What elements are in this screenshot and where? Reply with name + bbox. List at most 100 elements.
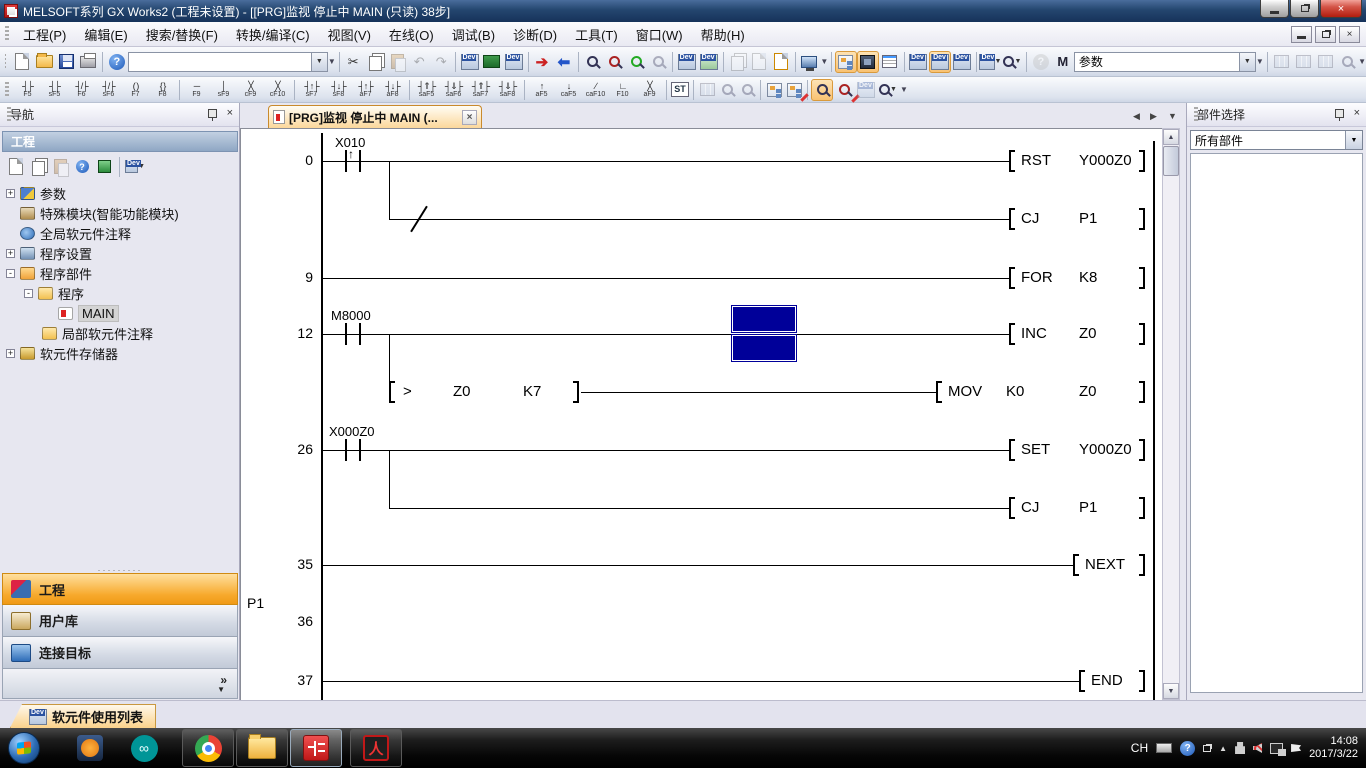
instruction-operand[interactable]: Z0 — [1079, 383, 1097, 400]
element-filter-dropdown-icon[interactable]: ▼ — [1345, 131, 1362, 149]
connection-destination-button[interactable] — [798, 51, 820, 73]
scrollbar-thumb[interactable] — [1163, 146, 1179, 176]
remote-operation-button[interactable] — [748, 51, 770, 73]
power-icon[interactable] — [1235, 742, 1245, 754]
collapse-icon[interactable]: - — [24, 289, 33, 298]
cross-reference-button[interactable]: M — [1052, 51, 1074, 73]
menu-view[interactable]: 视图(V) — [319, 22, 380, 47]
collapse-icon[interactable]: - — [6, 269, 15, 278]
project-section-header[interactable]: 工程 — [2, 131, 238, 152]
line-delete-edit-button[interactable] — [784, 80, 804, 100]
close-button[interactable]: × — [1320, 0, 1362, 18]
edit-cursor[interactable] — [732, 335, 796, 361]
menu-debug[interactable]: 调试(B) — [443, 22, 504, 47]
rising-pulse-close-branch-button[interactable]: ┤⇑├saF7 — [467, 79, 494, 101]
vertical-line-button[interactable]: │sF9 — [210, 79, 237, 101]
instruction-op[interactable]: CJ — [1021, 499, 1039, 516]
menu-convert-compile[interactable]: 转换/编译(C) — [227, 22, 319, 47]
tab-list-dropdown-icon[interactable]: ▼ — [1168, 111, 1177, 121]
toolbar-overflow[interactable]: ▼ — [899, 80, 909, 100]
open-contact-button[interactable]: ┤├F5 — [14, 79, 41, 101]
pin-icon[interactable] — [1335, 109, 1344, 118]
instruction-op[interactable]: MOV — [948, 383, 982, 400]
monitor-write-button[interactable] — [625, 51, 647, 73]
delete-horizontal-line-button[interactable]: ╳cF9 — [237, 79, 264, 101]
toolbar-overflow[interactable]: ▼ — [1358, 52, 1366, 72]
tree-item-special-module[interactable]: 特殊模块(智能功能模块) — [6, 203, 179, 223]
user-library-button[interactable]: 用户库 — [2, 605, 238, 637]
verify-button[interactable] — [726, 51, 748, 73]
expand-icon[interactable]: + — [6, 349, 15, 358]
output-window-toggle[interactable] — [879, 51, 901, 73]
tree-item-program-setting[interactable]: + 程序设置 — [6, 243, 92, 263]
monitor-pause-button[interactable] — [647, 51, 669, 73]
instruction-operand[interactable]: Y000Z0 — [1079, 152, 1132, 169]
menu-online[interactable]: 在线(O) — [380, 22, 443, 47]
watch-window-button[interactable]: ▼ — [979, 51, 1001, 73]
inline-st-button[interactable]: ST — [670, 80, 690, 100]
entry-ladder-monitor-button[interactable] — [1270, 51, 1292, 73]
instruction-op[interactable]: RST — [1021, 152, 1051, 169]
taskbar-explorer-button[interactable] — [236, 729, 288, 767]
copy-button[interactable] — [364, 51, 386, 73]
pointer-label[interactable]: P1 — [247, 595, 264, 611]
write-mode-button[interactable] — [737, 80, 757, 100]
write-to-plc-button[interactable]: ➔ — [531, 51, 553, 73]
mdi-close-button[interactable]: × — [1339, 26, 1360, 43]
menu-help[interactable]: 帮助(H) — [692, 22, 754, 47]
find-contact-coil-button[interactable] — [811, 79, 833, 101]
language-indicator[interactable]: CH — [1131, 741, 1148, 755]
menu-window[interactable]: 窗口(W) — [627, 22, 692, 47]
instruction-op[interactable]: INC — [1021, 325, 1047, 342]
tab-scroll-right-icon[interactable]: ▶ — [1150, 111, 1157, 122]
save-project-button[interactable] — [55, 51, 77, 73]
exit-ladder-monitor-button[interactable] — [1292, 51, 1314, 73]
transfer-setup-button[interactable] — [770, 51, 792, 73]
tree-item-global-comment[interactable]: 全局软元件注释 — [6, 223, 131, 243]
network-icon[interactable] — [1270, 743, 1283, 754]
help-button[interactable]: ? — [106, 51, 128, 73]
monitor-stop-button[interactable] — [603, 51, 625, 73]
application-instruction-button[interactable]: { }F8 — [149, 79, 176, 101]
menu-diagnostics[interactable]: 诊断(D) — [504, 22, 566, 47]
connection-destination-view-button[interactable]: 连接目标 — [2, 637, 238, 669]
nav-refresh-button[interactable] — [94, 157, 114, 177]
pulse-conversion-button[interactable]: ↑aF5 — [528, 79, 555, 101]
instruction-operand[interactable]: Z0 — [1079, 325, 1097, 342]
navigation-close-icon[interactable]: × — [227, 107, 233, 119]
print-button[interactable] — [77, 51, 99, 73]
menu-edit[interactable]: 编辑(E) — [75, 22, 136, 47]
falling-pulse-button[interactable]: ┤↓├sF8 — [325, 79, 352, 101]
instruction-op[interactable]: CJ — [1021, 210, 1039, 227]
tray-expand-icon[interactable]: ▲ — [1219, 744, 1227, 753]
falling-pulse-close-branch-button[interactable]: ┤⇓├saF8 — [494, 79, 521, 101]
open-branch-button[interactable]: ┤├sF5 — [41, 79, 68, 101]
device-monitor-button[interactable] — [951, 51, 973, 73]
toolbar-overflow[interactable]: ▼ — [820, 52, 828, 72]
redo-button[interactable]: ↷ — [430, 51, 452, 73]
navigation-window-toggle[interactable] — [835, 51, 857, 73]
element-filter-combobox[interactable]: 所有部件 ▼ — [1190, 130, 1363, 150]
pulse-conversion-close-button[interactable]: ↓caF5 — [555, 79, 582, 101]
find-device-button[interactable] — [833, 79, 855, 101]
action-center-flag-icon[interactable] — [1291, 744, 1301, 752]
taskbar-gxworks-button[interactable] — [290, 729, 342, 767]
volume-muted-icon[interactable] — [1253, 743, 1262, 753]
instruction-operand[interactable]: P1 — [1079, 499, 1097, 516]
quick-access-combobox[interactable]: ▼ — [128, 52, 328, 72]
draw-line-button[interactable]: ∟F10 — [609, 79, 636, 101]
change-current-value-button[interactable] — [1314, 51, 1336, 73]
tree-item-parameters[interactable]: + 参数 — [6, 183, 66, 203]
instruction-operand[interactable]: P1 — [1079, 210, 1097, 227]
keyboard-icon[interactable] — [1156, 743, 1172, 753]
tray-window-icon[interactable] — [1203, 745, 1211, 752]
cut-button[interactable]: ✂ — [342, 51, 364, 73]
combobox-dropdown-icon[interactable]: ▼ — [311, 53, 327, 71]
open-project-button[interactable] — [33, 51, 55, 73]
tray-help-icon[interactable]: ? — [1180, 741, 1195, 756]
element-selection-close-icon[interactable]: × — [1354, 107, 1360, 119]
undo-button[interactable]: ↶ — [408, 51, 430, 73]
read-from-plc-button[interactable]: ⬅ — [553, 51, 575, 73]
edit-ladder-button[interactable] — [697, 80, 717, 100]
rising-pulse-close-button[interactable]: ┤⇑├saF5 — [413, 79, 440, 101]
